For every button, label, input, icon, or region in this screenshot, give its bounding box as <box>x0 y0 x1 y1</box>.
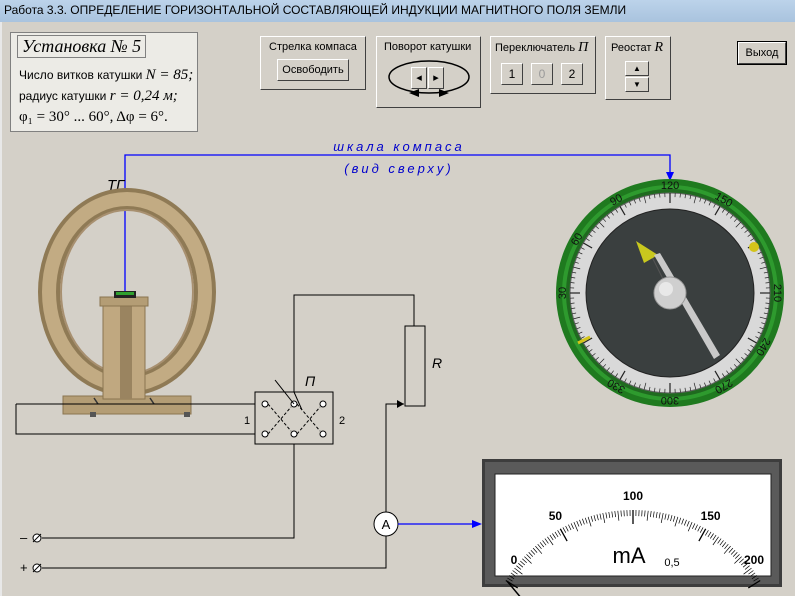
compass-scale-label: 30 <box>557 287 569 299</box>
compass-tick <box>679 388 681 393</box>
milliammeter: 0 50 100 150 200 mA 0,5 <box>482 459 782 596</box>
meter-tick <box>644 510 646 517</box>
compass-tick <box>765 282 770 284</box>
meter-tick-label: 50 <box>549 509 563 523</box>
compass-scale-label: 210 <box>771 284 783 302</box>
meter-unit: mA <box>613 543 646 568</box>
meter-tick-label: 200 <box>744 553 764 567</box>
compass-tick <box>659 193 661 198</box>
lab-canvas: Установка № 5 Число витков катушки N = 8… <box>0 22 795 596</box>
meter-tick <box>620 510 622 517</box>
compass-tick <box>659 388 661 393</box>
rheostat-label: R <box>432 355 442 371</box>
switch-pos1-label: 1 <box>244 415 250 427</box>
compass-tick <box>679 193 681 198</box>
minus-terminal-label: – <box>20 530 28 545</box>
switch-label: П <box>305 373 316 389</box>
plus-terminal-label: + <box>20 560 28 575</box>
compass-tick <box>765 302 770 304</box>
meter-tick-label: 100 <box>623 489 643 503</box>
compass-scale-label: 300 <box>661 394 679 406</box>
scale-caption-1: шкала компаса <box>333 139 465 154</box>
tangent-galvanometer <box>38 188 216 417</box>
ammeter-label: A <box>382 517 391 532</box>
compass-scale-label: 120 <box>661 180 679 192</box>
meter-class: 0,5 <box>664 557 679 569</box>
scale-caption-2: (вид сверху) <box>344 161 454 176</box>
meter-tick-label: 0 <box>511 553 518 567</box>
circuit-scheme: шкала компаса (вид сверху) ТГ П 1 2 R A … <box>15 139 784 596</box>
switch-pos2-label: 2 <box>339 415 345 427</box>
title-bar: Работа 3.3. ОПРЕДЕЛЕНИЕ ГОРИЗОНТАЛЬНОЙ С… <box>0 0 795 23</box>
compass: 120150210240270300330306090 <box>556 179 784 407</box>
compass-tick <box>570 302 575 304</box>
rheostat-symbol <box>404 325 426 407</box>
window-title: Работа 3.3. ОПРЕДЕЛЕНИЕ ГОРИЗОНТАЛЬНОЙ С… <box>4 3 627 17</box>
compass-tick <box>570 282 575 284</box>
meter-tick-label: 150 <box>701 509 721 523</box>
